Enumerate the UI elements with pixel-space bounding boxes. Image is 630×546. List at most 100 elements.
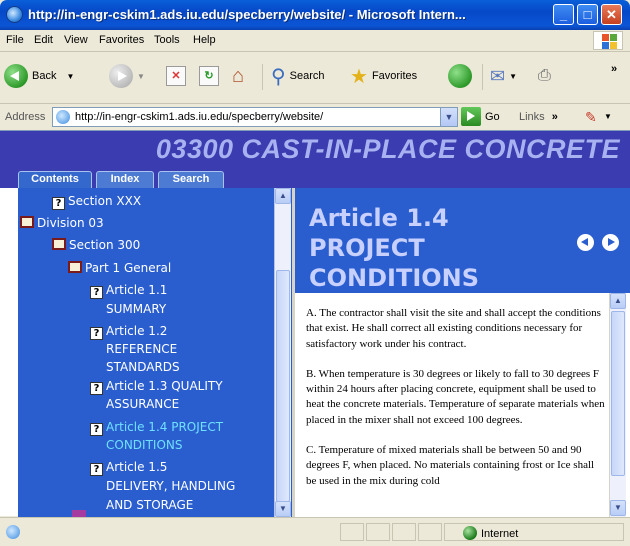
toc-item-article-1-5[interactable]: ? Article 1.5 bbox=[90, 457, 167, 477]
menu-help[interactable]: Help bbox=[193, 34, 216, 46]
menu-favorites[interactable]: Favorites bbox=[99, 34, 144, 46]
toolbar-overflow-chevron[interactable]: » bbox=[611, 54, 617, 84]
star-icon: ★ bbox=[350, 65, 368, 88]
back-arrow-icon bbox=[4, 64, 28, 88]
search-label: Search bbox=[289, 70, 325, 82]
links-label: Links bbox=[519, 111, 545, 123]
internet-explorer-icon bbox=[6, 6, 23, 23]
toc-item-article-1-2-line2[interactable]: REFERENCE bbox=[106, 339, 177, 359]
scroll-down-icon[interactable]: ▼ bbox=[610, 500, 626, 516]
help-page-icon: ? bbox=[90, 423, 103, 436]
tab-contents[interactable]: Contents bbox=[18, 171, 92, 188]
book-icon bbox=[20, 216, 34, 228]
globe-icon bbox=[463, 526, 477, 540]
toc-item-section-xxx[interactable]: ? Section XXX bbox=[52, 191, 141, 211]
go-arrow-icon bbox=[461, 107, 481, 126]
favorites-label: Favorites bbox=[371, 70, 418, 82]
page-icon bbox=[56, 110, 70, 124]
book-icon bbox=[72, 510, 86, 517]
toc-tree: ? Section XXX Division 03 Section 300 Par… bbox=[18, 188, 292, 517]
scroll-up-icon[interactable]: ▲ bbox=[610, 293, 626, 309]
chevron-down-icon: ▼ bbox=[137, 71, 145, 81]
toc-item-article-1-2-line3[interactable]: STANDARDS bbox=[106, 357, 180, 377]
print-icon: ⎙ bbox=[538, 67, 551, 84]
minimize-button[interactable]: _ bbox=[553, 4, 574, 25]
page-content: 03300 CAST-IN-PLACE CONCRETE Contents In… bbox=[0, 130, 630, 517]
menu-bar: File Edit View Favorites Tools Help bbox=[0, 30, 630, 52]
scroll-down-icon[interactable]: ▼ bbox=[275, 501, 291, 517]
home-button[interactable]: ⌂ bbox=[232, 61, 244, 91]
links-chevron: » bbox=[551, 111, 558, 123]
maximize-button[interactable]: □ bbox=[577, 4, 598, 25]
chevron-down-icon: ▼ bbox=[66, 71, 75, 81]
menu-edit[interactable]: Edit bbox=[34, 34, 53, 46]
history-icon bbox=[448, 64, 472, 88]
mail-icon: ✉ bbox=[490, 65, 506, 86]
toc-item-article-1-2[interactable]: ? Article 1.2 bbox=[90, 321, 167, 341]
refresh-icon: ↻ bbox=[199, 66, 219, 86]
window-title: http://in-engr-cskim1.ads.iu.edu/specber… bbox=[28, 7, 466, 22]
toc-item-article-1-1[interactable]: ? Article 1.1 bbox=[90, 280, 167, 300]
article-body: A. The contractor shall visit the site a… bbox=[306, 306, 606, 504]
toc-scrollbar[interactable]: ▲ ▼ bbox=[274, 188, 291, 517]
menu-file[interactable]: File bbox=[6, 34, 24, 46]
home-icon: ⌂ bbox=[232, 64, 245, 87]
links-button[interactable]: Links » bbox=[519, 111, 558, 123]
toc-item-section-300[interactable]: Section 300 bbox=[52, 235, 140, 255]
menu-tools[interactable]: Tools bbox=[154, 34, 180, 46]
page-status-icon bbox=[6, 525, 20, 539]
windows-logo-icon bbox=[593, 31, 623, 50]
address-label: Address bbox=[5, 111, 46, 123]
print-button[interactable]: ⎙ bbox=[538, 61, 551, 91]
favorites-button[interactable]: ★ Favorites bbox=[350, 61, 417, 91]
toc-item-article-1-3[interactable]: ? Article 1.3 QUALITY bbox=[90, 376, 223, 396]
help-page-icon: ? bbox=[90, 463, 103, 476]
article-pane: Article 1.4 PROJECT CONDITIONS A. The co… bbox=[292, 188, 630, 517]
article-scrollbar[interactable]: ▲ ▼ bbox=[609, 293, 626, 517]
previous-page-icon[interactable] bbox=[577, 234, 594, 251]
tab-index[interactable]: Index bbox=[96, 171, 154, 188]
paragraph-b: B. When temperature is 30 degrees or lik… bbox=[306, 367, 605, 426]
book-icon bbox=[68, 261, 82, 273]
menu-view[interactable]: View bbox=[64, 34, 88, 46]
toc-item-article-1-3-line2[interactable]: ASSURANCE bbox=[106, 394, 179, 414]
title-bar[interactable]: http://in-engr-cskim1.ads.iu.edu/specber… bbox=[0, 0, 630, 30]
address-dropdown-icon[interactable]: ▼ bbox=[440, 108, 457, 126]
back-button[interactable]: Back ▼ bbox=[4, 61, 74, 91]
toc-item-part-1-general[interactable]: Part 1 General bbox=[68, 258, 171, 278]
address-url: http://in-engr-cskim1.ads.iu.edu/specber… bbox=[75, 111, 324, 123]
next-page-icon[interactable] bbox=[602, 234, 619, 251]
search-button[interactable]: ⚲ Search bbox=[271, 61, 325, 91]
scroll-thumb[interactable] bbox=[276, 270, 290, 502]
address-input[interactable]: http://in-engr-cskim1.ads.iu.edu/specber… bbox=[52, 107, 458, 127]
forward-button[interactable]: ▼ bbox=[109, 61, 145, 91]
help-page-icon: ? bbox=[90, 286, 103, 299]
stop-button[interactable]: ✕ bbox=[166, 61, 186, 91]
toc-item-division-03[interactable]: Division 03 bbox=[20, 213, 104, 233]
toc-item-article-1-5-line3[interactable]: AND STORAGE bbox=[106, 495, 193, 515]
history-button[interactable] bbox=[448, 61, 472, 91]
tab-search[interactable]: Search bbox=[158, 171, 224, 188]
article-title: Article 1.4 PROJECT CONDITIONS bbox=[309, 204, 480, 292]
mail-button[interactable]: ✉ ▼ bbox=[490, 61, 517, 91]
refresh-button[interactable]: ↻ bbox=[199, 61, 219, 91]
address-bar: Address http://in-engr-cskim1.ads.iu.edu… bbox=[0, 105, 630, 129]
help-page-icon: ? bbox=[52, 197, 65, 210]
go-button[interactable]: Go bbox=[461, 107, 500, 126]
toc-item-article-1-1-line2[interactable]: SUMMARY bbox=[106, 299, 166, 319]
scroll-thumb[interactable] bbox=[611, 311, 625, 476]
tools-menu-icon[interactable]: ✎ bbox=[585, 109, 597, 126]
banner-title: 03300 CAST-IN-PLACE CONCRETE bbox=[155, 134, 620, 164]
help-tabs: Contents Index Search bbox=[0, 170, 630, 188]
toc-item-article-1-4[interactable]: ? Article 1.4 PROJECT bbox=[90, 417, 223, 437]
status-bar: Internet bbox=[0, 517, 630, 546]
toc-item-article-1-5-line2[interactable]: DELIVERY, HANDLING bbox=[106, 476, 235, 496]
close-button[interactable]: ✕ bbox=[601, 4, 622, 25]
book-icon bbox=[52, 238, 66, 250]
chevron-down-icon[interactable]: ▼ bbox=[604, 112, 612, 121]
toc-item-article-1-4-line2[interactable]: CONDITIONS bbox=[106, 435, 183, 455]
standard-toolbar: Back ▼ ▼ ✕ ↻ ⌂ ⚲ Search ★ Favorites ✉ ▼ … bbox=[0, 52, 630, 104]
chevron-down-icon: ▼ bbox=[509, 71, 518, 81]
help-page-icon: ? bbox=[90, 327, 103, 340]
scroll-up-icon[interactable]: ▲ bbox=[275, 188, 291, 204]
